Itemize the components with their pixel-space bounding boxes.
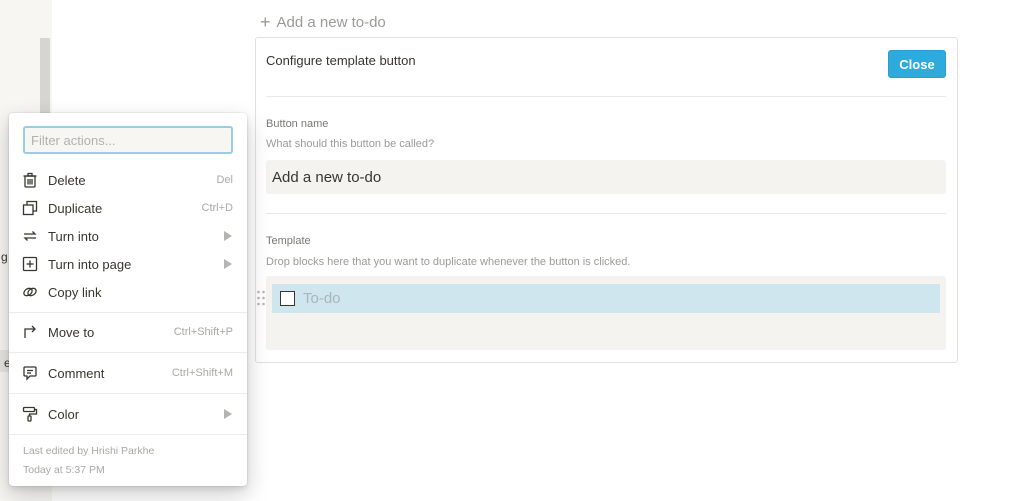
add-todo-button[interactable]: + Add a new to-do	[260, 10, 386, 34]
todo-checkbox[interactable]	[280, 291, 295, 306]
submenu-arrow-icon	[224, 231, 232, 241]
menu-item-duplicate[interactable]: Duplicate Ctrl+D	[9, 194, 247, 222]
todo-block[interactable]: To-do	[272, 284, 940, 313]
menu-divider	[9, 393, 247, 394]
menu-item-label: Duplicate	[48, 200, 103, 216]
menu-divider	[9, 434, 247, 435]
menu-item-move-to[interactable]: Move to Ctrl+Shift+P	[9, 318, 247, 346]
divider	[266, 96, 946, 97]
menu-divider	[9, 312, 247, 313]
button-name-input[interactable]: Add a new to-do	[266, 160, 946, 194]
configure-template-panel: Configure template button Close Button n…	[255, 37, 958, 363]
add-todo-label: Add a new to-do	[276, 13, 386, 31]
template-hint: Drop blocks here that you want to duplic…	[266, 256, 631, 268]
menu-item-color[interactable]: Color	[9, 400, 247, 428]
menu-item-label: Copy link	[48, 284, 102, 300]
todo-placeholder[interactable]: To-do	[303, 290, 341, 307]
menu-divider	[9, 352, 247, 353]
template-label: Template	[266, 235, 311, 247]
menu-item-label: Color	[48, 406, 80, 422]
menu-item-shortcut: Ctrl+Shift+P	[173, 326, 233, 338]
button-name-label: Button name	[266, 118, 329, 130]
menu-item-shortcut: Del	[216, 174, 233, 186]
menu-item-label: Turn into	[48, 228, 99, 244]
divider	[266, 213, 946, 214]
last-edited-time: Today at 5:37 PM	[23, 464, 105, 476]
menu-item-label: Delete	[48, 172, 86, 188]
link-icon	[21, 283, 39, 301]
duplicate-icon	[21, 199, 39, 217]
button-name-hint: What should this button be called?	[266, 138, 435, 150]
menu-item-label: Comment	[48, 365, 105, 381]
submenu-arrow-icon	[224, 409, 232, 419]
template-drop-area[interactable]: To-do	[266, 276, 946, 350]
block-action-menu: Delete Del Duplicate Ctrl+D Turn into Tu…	[9, 113, 247, 486]
menu-item-copy-link[interactable]: Copy link	[9, 278, 247, 306]
comment-icon	[21, 364, 39, 382]
close-button[interactable]: Close	[888, 50, 946, 78]
plus-icon: +	[260, 12, 271, 32]
menu-item-label: Move to	[48, 324, 95, 340]
menu-item-turn-into[interactable]: Turn into	[9, 222, 247, 250]
trash-icon	[21, 171, 39, 189]
menu-item-shortcut: Ctrl+Shift+M	[171, 367, 233, 379]
last-edited-by: Last edited by Hrishi Parkhe	[23, 445, 155, 457]
menu-item-delete[interactable]: Delete Del	[9, 166, 247, 194]
menu-item-shortcut: Ctrl+D	[201, 202, 233, 214]
submenu-arrow-icon	[224, 259, 232, 269]
menu-item-turn-into-page[interactable]: Turn into page	[9, 250, 247, 278]
page-plus-icon	[21, 255, 39, 273]
turn-into-icon	[21, 227, 39, 245]
menu-item-label: Turn into page	[48, 256, 132, 272]
panel-title: Configure template button	[266, 53, 416, 68]
filter-actions-input[interactable]	[23, 126, 233, 154]
menu-item-comment[interactable]: Comment Ctrl+Shift+M	[9, 359, 247, 387]
drag-handle-icon[interactable]	[256, 289, 266, 307]
sidebar-fragment: g	[1, 250, 8, 264]
paint-roller-icon	[21, 405, 39, 423]
move-arrow-icon	[21, 323, 39, 341]
